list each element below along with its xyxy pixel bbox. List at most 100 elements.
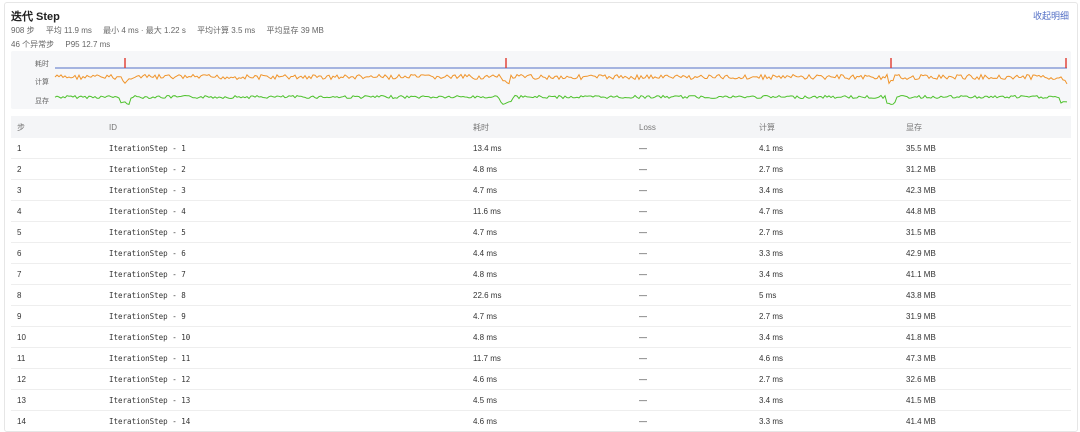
column-header-duration[interactable]: 耗时 xyxy=(467,116,633,138)
cell-duration: 11.7 ms xyxy=(467,347,633,369)
cell-step: 9 xyxy=(11,305,103,327)
table-row[interactable]: 1 IterationStep - 1 13.4 ms —4.1 ms 35.5 MB xyxy=(11,138,1071,159)
table-row[interactable]: 11 IterationStep - 11 11.7 ms —4.6 ms 47.3 M… xyxy=(11,347,1071,369)
cell-loss: — xyxy=(633,221,753,243)
column-header-loss[interactable]: Loss xyxy=(633,116,753,138)
memory-sparkline xyxy=(54,94,1068,106)
stat-anomalies: 46 个异常步 xyxy=(11,40,55,49)
cell-id: IterationStep - 13 xyxy=(103,389,467,411)
stat-avg-memory: 平均显存 39 MB xyxy=(266,26,324,35)
cell-step: 11 xyxy=(11,347,103,369)
cell-memory: 41.1 MB xyxy=(900,263,1071,285)
cell-duration: 13.4 ms xyxy=(467,138,633,159)
sparkline-panel: 耗时 计算 显存 xyxy=(11,51,1071,109)
cell-step: 5 xyxy=(11,221,103,243)
cell-compute: 3.3 ms xyxy=(753,410,900,431)
cell-loss: — xyxy=(633,242,753,264)
table-row[interactable]: 8 IterationStep - 8 22.6 ms —5 ms 43.8 MB xyxy=(11,284,1071,306)
column-header-compute[interactable]: 计算 xyxy=(753,116,900,138)
cell-loss: — xyxy=(633,326,753,348)
cell-step: 3 xyxy=(11,179,103,201)
cell-loss: — xyxy=(633,263,753,285)
column-header-memory[interactable]: 显存 xyxy=(900,116,1071,138)
table-row[interactable]: 5 IterationStep - 5 4.7 ms —2.7 ms 31.5 MB xyxy=(11,221,1071,243)
compute-sparkline xyxy=(54,73,1068,85)
cell-id: IterationStep - 9 xyxy=(103,305,467,327)
cell-duration: 4.4 ms xyxy=(467,242,633,264)
cell-id: IterationStep - 5 xyxy=(103,221,467,243)
cell-duration: 4.6 ms xyxy=(467,368,633,390)
table-row[interactable]: 7 IterationStep - 7 4.8 ms —3.4 ms 41.1 MB xyxy=(11,263,1071,285)
stat-min-max: 最小 4 ms · 最大 1.22 s xyxy=(103,26,186,35)
cell-step: 4 xyxy=(11,200,103,222)
cell-id: IterationStep - 7 xyxy=(103,263,467,285)
steps-table: 步 ID 耗时 Loss 计算 显存 1 IterationStep - 1 13.… xyxy=(11,116,1071,431)
cell-duration: 4.5 ms xyxy=(467,389,633,411)
cell-duration: 4.7 ms xyxy=(467,305,633,327)
cell-step: 8 xyxy=(11,284,103,306)
cell-compute: 3.4 ms xyxy=(753,389,900,411)
cell-memory: 43.8 MB xyxy=(900,284,1071,306)
cell-loss: — xyxy=(633,284,753,306)
cell-compute: 4.1 ms xyxy=(753,138,900,159)
cell-memory: 47.3 MB xyxy=(900,347,1071,369)
cell-step: 1 xyxy=(11,138,103,159)
cell-duration: 4.7 ms xyxy=(467,221,633,243)
cell-id: IterationStep - 3 xyxy=(103,179,467,201)
cell-step: 6 xyxy=(11,242,103,264)
cell-compute: 3.4 ms xyxy=(753,263,900,285)
cell-compute: 3.3 ms xyxy=(753,242,900,264)
cell-loss: — xyxy=(633,410,753,431)
cell-id: IterationStep - 12 xyxy=(103,368,467,390)
stat-average: 平均 11.9 ms xyxy=(45,26,92,35)
cell-loss: — xyxy=(633,368,753,390)
cell-id: IterationStep - 14 xyxy=(103,410,467,431)
summary-stats: 908 步 平均 11.9 ms 最小 4 ms · 最大 1.22 s 平均计… xyxy=(11,25,333,36)
stat-step-count: 908 步 xyxy=(11,26,35,35)
cell-memory: 44.8 MB xyxy=(900,200,1071,222)
cell-memory: 42.9 MB xyxy=(900,242,1071,264)
column-header-id[interactable]: ID xyxy=(103,116,467,138)
cell-step: 10 xyxy=(11,326,103,348)
cell-memory: 41.5 MB xyxy=(900,389,1071,411)
collapse-details-link[interactable]: 收起明细 xyxy=(1033,9,1069,22)
cell-duration: 4.8 ms xyxy=(467,263,633,285)
stat-avg-compute: 平均计算 3.5 ms xyxy=(197,26,256,35)
table-row[interactable]: 9 IterationStep - 9 4.7 ms —2.7 ms 31.9 MB xyxy=(11,305,1071,327)
cell-memory: 41.8 MB xyxy=(900,326,1071,348)
table-row[interactable]: 3 IterationStep - 3 4.7 ms —3.4 ms 42.3 MB xyxy=(11,179,1071,201)
cell-id: IterationStep - 6 xyxy=(103,242,467,264)
cell-duration: 4.8 ms xyxy=(467,158,633,180)
cell-loss: — xyxy=(633,200,753,222)
iteration-step-panel: 迭代 Step 收起明细 908 步 平均 11.9 ms 最小 4 ms · … xyxy=(4,2,1078,432)
column-header-step[interactable]: 步 xyxy=(11,116,103,138)
table-row[interactable]: 14 IterationStep - 14 4.6 ms —3.3 ms 41.4 MB xyxy=(11,410,1071,431)
cell-memory: 41.4 MB xyxy=(900,410,1071,431)
table-row[interactable]: 6 IterationStep - 6 4.4 ms —3.3 ms 42.9 MB xyxy=(11,242,1071,264)
secondary-stats: 46 个异常步 P95 12.7 ms xyxy=(11,39,119,50)
cell-memory: 31.5 MB xyxy=(900,221,1071,243)
cell-id: IterationStep - 1 xyxy=(103,138,467,159)
table-row[interactable]: 2 IterationStep - 2 4.8 ms —2.7 ms 31.2 MB xyxy=(11,158,1071,180)
cell-memory: 31.9 MB xyxy=(900,305,1071,327)
table-row[interactable]: 12 IterationStep - 12 4.6 ms —2.7 ms 32.6 MB xyxy=(11,368,1071,390)
cell-compute: 2.7 ms xyxy=(753,368,900,390)
cell-id: IterationStep - 4 xyxy=(103,200,467,222)
cell-loss: — xyxy=(633,179,753,201)
cell-compute: 2.7 ms xyxy=(753,305,900,327)
cell-compute: 4.7 ms xyxy=(753,200,900,222)
cell-compute: 2.7 ms xyxy=(753,221,900,243)
table-row[interactable]: 10 IterationStep - 10 4.8 ms —3.4 ms 41.8 MB xyxy=(11,326,1071,348)
cell-memory: 35.5 MB xyxy=(900,138,1071,159)
cell-id: IterationStep - 10 xyxy=(103,326,467,348)
cell-step: 7 xyxy=(11,263,103,285)
sparkline-chart xyxy=(54,58,1068,106)
cell-compute: 3.4 ms xyxy=(753,179,900,201)
table-header-row: 步 ID 耗时 Loss 计算 显存 xyxy=(11,116,1071,138)
table-row[interactable]: 13 IterationStep - 13 4.5 ms —3.4 ms 41.5 MB xyxy=(11,389,1071,411)
cell-step: 2 xyxy=(11,158,103,180)
cell-compute: 4.6 ms xyxy=(753,347,900,369)
cell-compute: 5 ms xyxy=(753,284,900,306)
cell-loss: — xyxy=(633,158,753,180)
table-row[interactable]: 4 IterationStep - 4 11.6 ms —4.7 ms 44.8 MB xyxy=(11,200,1071,222)
